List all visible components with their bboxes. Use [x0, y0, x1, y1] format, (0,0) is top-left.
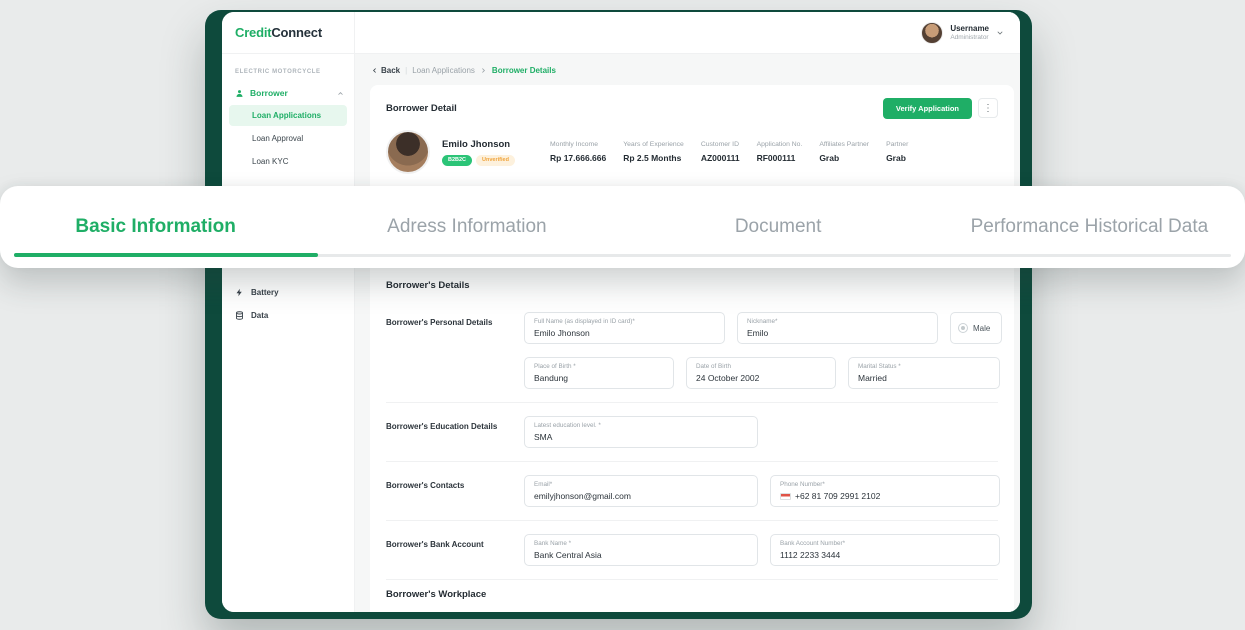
sidebar-item-loan-kyc[interactable]: Loan KYC: [229, 151, 347, 172]
username-text: Username: [950, 24, 989, 33]
verify-application-button[interactable]: Verify Application: [883, 98, 972, 119]
user-avatar: [921, 22, 943, 44]
sidebar-section-label: ELECTRIC MOTORCYCLE: [222, 54, 354, 81]
group-contacts: Borrower's Contacts Email* emilyjhonson@…: [386, 461, 998, 520]
sidebar-battery-label: Battery: [251, 288, 279, 297]
sidebar-item-battery[interactable]: Battery: [222, 281, 354, 304]
chevron-up-icon: [337, 90, 344, 97]
stat-partner: Partner Grab: [886, 141, 908, 163]
back-button[interactable]: Back: [371, 66, 400, 75]
field-education-level[interactable]: Latest education level. * SMA: [524, 416, 758, 448]
radio-icon: [958, 323, 968, 333]
field-bank-account-number[interactable]: Bank Account Number* 1112 2233 3444: [770, 534, 1000, 566]
sidebar: CreditConnect ELECTRIC MOTORCYCLE Borrow…: [222, 12, 355, 612]
field-nickname[interactable]: Nickname* Emilo: [737, 312, 938, 344]
more-options-button[interactable]: ⋮: [978, 98, 998, 118]
stat-years-experience: Years of Experience Rp 2.5 Months: [623, 141, 684, 163]
sidebar-item-loan-applications[interactable]: Loan Applications: [229, 105, 347, 126]
field-phone-number[interactable]: Phone Number* +62 81 709 2991 2102: [770, 475, 1000, 507]
brand-credit: Credit: [235, 25, 271, 40]
borrower-detail-card: Borrower Detail Verify Application ⋮ Emi…: [370, 85, 1014, 612]
stat-customer-id: Customer ID AZ000111: [701, 141, 740, 163]
indonesia-flag-icon: [780, 493, 791, 500]
borrower-avatar: [386, 130, 430, 174]
stat-affiliates-partner: Affiliates Partner Grab: [819, 141, 869, 163]
gender-option-male[interactable]: Male: [950, 312, 1002, 344]
chevron-down-icon: [996, 29, 1004, 37]
tab-basic-information[interactable]: Basic Information: [0, 216, 311, 238]
battery-icon: [235, 288, 244, 297]
sidebar-item-loan-approval[interactable]: Loan Approval: [229, 128, 347, 149]
chevron-right-icon: [480, 67, 487, 74]
stat-application-no: Application No. RF000111: [757, 141, 803, 163]
field-date-of-birth[interactable]: Date of Birth 24 October 2002: [686, 357, 836, 389]
type-badge: B2B2C: [442, 155, 472, 166]
field-bank-name[interactable]: Bank Name * Bank Central Asia: [524, 534, 758, 566]
page: CreditConnect ELECTRIC MOTORCYCLE Borrow…: [0, 0, 1245, 630]
group-label: Borrower's Education Details: [386, 416, 524, 448]
sidebar-item-borrower[interactable]: Borrower: [222, 81, 354, 104]
borrower-icon: [235, 89, 244, 98]
topbar: Username Administrator: [355, 12, 1020, 54]
breadcrumb: Back | Loan Applications Borrower Detail…: [355, 54, 1020, 85]
tab-document[interactable]: Document: [623, 216, 934, 238]
stat-monthly-income: Monthly Income Rp 17.666.666: [550, 141, 606, 163]
borrowers-workplace-heading: Borrower's Workplace: [386, 579, 998, 600]
field-marital-status[interactable]: Marital Status * Married: [848, 357, 1000, 389]
field-email[interactable]: Email* emilyjhonson@gmail.com: [524, 475, 758, 507]
borrower-profile-row: Emilo Jhonson B2B2C Unverified Monthly I…: [386, 130, 998, 174]
active-tab-indicator: [14, 253, 318, 257]
brand-connect: Connect: [271, 25, 322, 40]
tab-performance-historical-data[interactable]: Performance Historical Data: [934, 216, 1245, 238]
borrower-stats: Monthly Income Rp 17.666.666 Years of Ex…: [550, 141, 998, 163]
borrowers-details-heading: Borrower's Details: [386, 280, 998, 291]
tab-adress-information[interactable]: Adress Information: [311, 216, 622, 238]
status-badge: Unverified: [476, 155, 515, 166]
data-icon: [235, 311, 244, 320]
breadcrumb-current: Borrower Details: [492, 66, 556, 75]
field-place-of-birth[interactable]: Place of Birth * Bandung: [524, 357, 674, 389]
group-education-details: Borrower's Education Details Latest educ…: [386, 402, 998, 461]
tabs-underline-track: [14, 254, 1231, 257]
card-title: Borrower Detail: [386, 103, 457, 114]
breadcrumb-divider: |: [405, 66, 407, 75]
app-window: CreditConnect ELECTRIC MOTORCYCLE Borrow…: [222, 12, 1020, 612]
chevron-left-icon: [371, 67, 378, 74]
field-full-name[interactable]: Full Name (as displayed in ID card)* Emi…: [524, 312, 725, 344]
group-label: Borrower's Contacts: [386, 475, 524, 507]
sidebar-borrower-label: Borrower: [250, 88, 288, 98]
group-label: Borrower's Personal Details: [386, 312, 524, 389]
gender-label: Male: [973, 324, 990, 333]
tabs-bar: Basic Information Adress Information Doc…: [0, 186, 1245, 268]
group-bank-account: Borrower's Bank Account Bank Name * Bank…: [386, 520, 998, 579]
user-menu[interactable]: Username Administrator: [921, 22, 1004, 44]
borrower-name: Emilo Jhonson: [442, 139, 538, 150]
sidebar-data-label: Data: [251, 311, 268, 320]
brand-logo: CreditConnect: [222, 12, 354, 54]
main-area: Username Administrator Back | Loan Appl: [355, 12, 1020, 612]
back-label: Back: [381, 66, 400, 75]
phone-value: +62 81 709 2991 2102: [795, 491, 880, 501]
group-label: Borrower's Bank Account: [386, 534, 524, 566]
user-role-text: Administrator: [950, 34, 989, 41]
sidebar-item-data[interactable]: Data: [222, 304, 354, 327]
group-personal-details: Borrower's Personal Details Full Name (a…: [386, 299, 998, 402]
breadcrumb-loan-applications[interactable]: Loan Applications: [412, 66, 475, 75]
